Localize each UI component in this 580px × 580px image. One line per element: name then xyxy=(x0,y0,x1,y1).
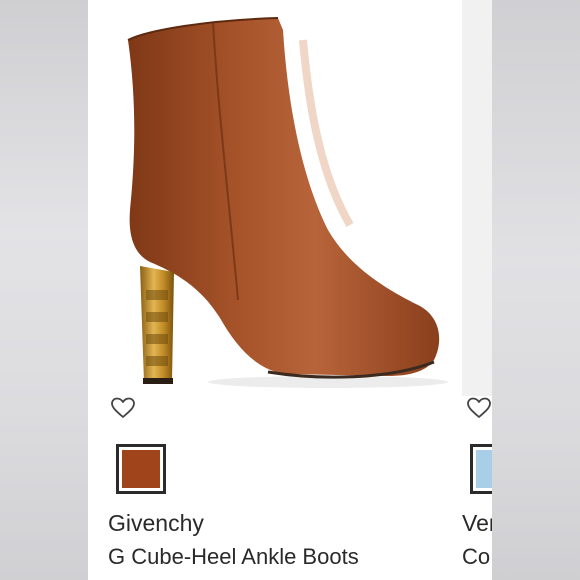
neighbor-color-swatch[interactable] xyxy=(470,444,492,494)
product-image[interactable] xyxy=(88,0,462,396)
blurred-background-right xyxy=(492,0,580,580)
product-card[interactable]: Givenchy G Cube-Heel Ankle Boots xyxy=(88,0,462,580)
swatch-color-fill xyxy=(122,450,160,488)
favorite-button[interactable] xyxy=(110,396,136,420)
color-swatch[interactable] xyxy=(116,444,166,494)
neighbor-favorite-button[interactable] xyxy=(466,396,492,420)
neighbor-product-card[interactable]: Ver Co xyxy=(462,0,492,580)
blurred-background-left xyxy=(0,0,88,580)
neighbor-product-name[interactable]: Co xyxy=(462,544,490,570)
product-name[interactable]: G Cube-Heel Ankle Boots xyxy=(108,544,359,570)
heart-outline-icon xyxy=(467,397,491,418)
heart-outline-icon xyxy=(111,397,135,418)
neighbor-product-brand[interactable]: Ver xyxy=(462,510,492,537)
neighbor-product-image[interactable] xyxy=(462,0,492,396)
neighbor-swatch-color-fill xyxy=(476,450,492,488)
boot-illustration xyxy=(127,17,448,388)
product-brand[interactable]: Givenchy xyxy=(108,510,204,537)
